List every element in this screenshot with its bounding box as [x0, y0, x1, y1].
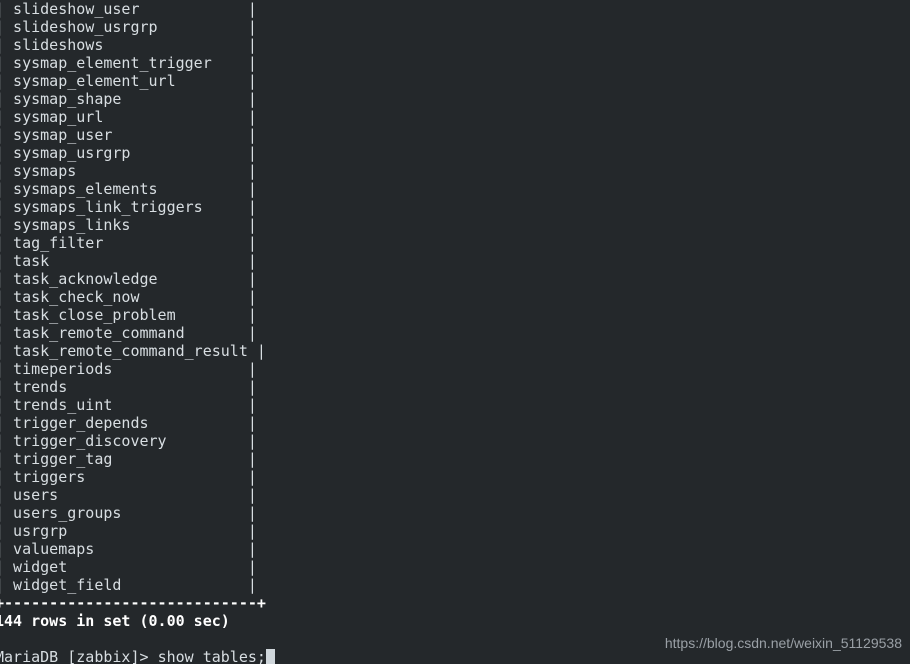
table-row: | task_close_problem |: [0, 306, 257, 324]
table-row: | slideshow_user |: [0, 0, 257, 18]
table-row: | sysmap_user |: [0, 126, 257, 144]
table-row: | task_check_now |: [0, 288, 257, 306]
table-row: | sysmaps_elements |: [0, 180, 257, 198]
table-row: | task_remote_command |: [0, 324, 257, 342]
table-row: | timeperiods |: [0, 360, 257, 378]
table-row: | sysmaps_link_triggers |: [0, 198, 257, 216]
terminal-window[interactable]: | slideshow_user | | slideshow_usrgrp | …: [0, 0, 910, 664]
table-row: | trends |: [0, 378, 257, 396]
watermark-url: https://blog.csdn.net/weixin_51129538: [664, 635, 902, 651]
table-row: | valuemaps |: [0, 540, 257, 558]
table-row: | sysmap_shape |: [0, 90, 257, 108]
text-cursor: [265, 649, 275, 664]
table-row: | task |: [0, 252, 257, 270]
table-row: | sysmap_url |: [0, 108, 257, 126]
table-row: | slideshows |: [0, 36, 257, 54]
table-row: | tag_filter |: [0, 234, 257, 252]
table-row: | task_remote_command_result |: [0, 342, 266, 360]
table-row: | slideshow_usrgrp |: [0, 18, 257, 36]
table-row: | widget_field |: [0, 576, 257, 594]
table-row: | sysmap_element_url |: [0, 72, 257, 90]
table-output-rows: | slideshow_user | | slideshow_usrgrp | …: [0, 0, 910, 594]
command-input[interactable]: show tables;: [158, 648, 266, 664]
table-row: | users_groups |: [0, 504, 257, 522]
table-row: | trigger_discovery |: [0, 432, 257, 450]
table-row: | usrgrp |: [0, 522, 257, 540]
table-row: | sysmap_usrgrp |: [0, 144, 257, 162]
table-bottom-border: +----------------------------+: [0, 594, 266, 612]
terminal-screen: | slideshow_user | | slideshow_usrgrp | …: [0, 0, 910, 664]
table-row: | trigger_tag |: [0, 450, 257, 468]
table-row: | users |: [0, 486, 257, 504]
table-row: | widget |: [0, 558, 257, 576]
table-row: | trigger_depends |: [0, 414, 257, 432]
shell-prompt: MariaDB [zabbix]>: [0, 648, 158, 664]
table-row: | trends_uint |: [0, 396, 257, 414]
table-row: | sysmap_element_trigger |: [0, 54, 257, 72]
table-row: | sysmaps |: [0, 162, 257, 180]
table-row: | sysmaps_links |: [0, 216, 257, 234]
table-row: | task_acknowledge |: [0, 270, 257, 288]
result-status-line: 144 rows in set (0.00 sec): [0, 612, 230, 630]
table-row: | triggers |: [0, 468, 257, 486]
